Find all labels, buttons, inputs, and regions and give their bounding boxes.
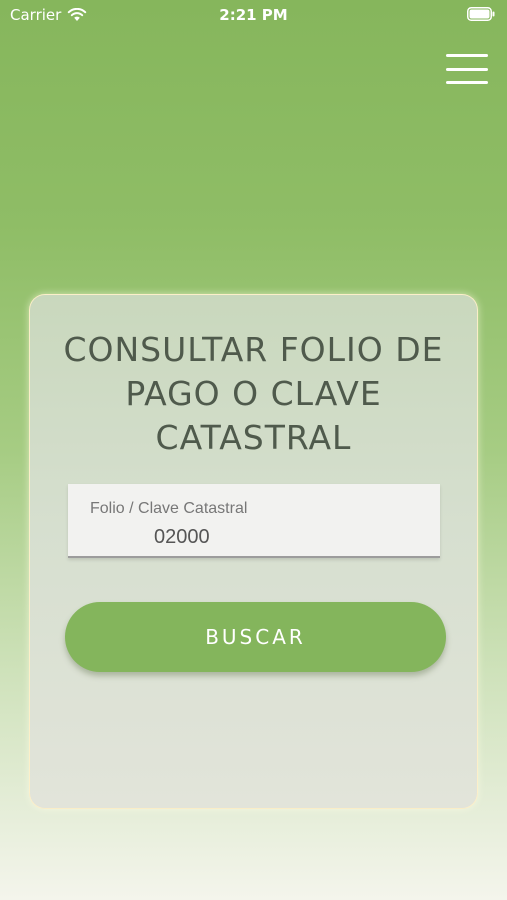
menu-line [446, 81, 488, 84]
menu-line [446, 54, 488, 57]
status-time: 2:21 PM [219, 6, 288, 24]
folio-input[interactable] [154, 524, 220, 550]
battery-icon [467, 7, 495, 21]
hamburger-menu-icon[interactable] [446, 54, 488, 84]
menu-line [446, 67, 488, 71]
search-button[interactable]: BUSCAR [65, 602, 446, 672]
status-bar: Carrier 2:21 PM [0, 0, 507, 30]
search-card: CONSULTAR FOLIO DE PAGO O CLAVE CATASTRA… [29, 294, 478, 809]
folio-field[interactable]: Folio / Clave Catastral [68, 484, 440, 558]
folio-field-label: Folio / Clave Catastral [90, 500, 248, 517]
card-title: CONSULTAR FOLIO DE PAGO O CLAVE CATASTRA… [63, 330, 444, 457]
